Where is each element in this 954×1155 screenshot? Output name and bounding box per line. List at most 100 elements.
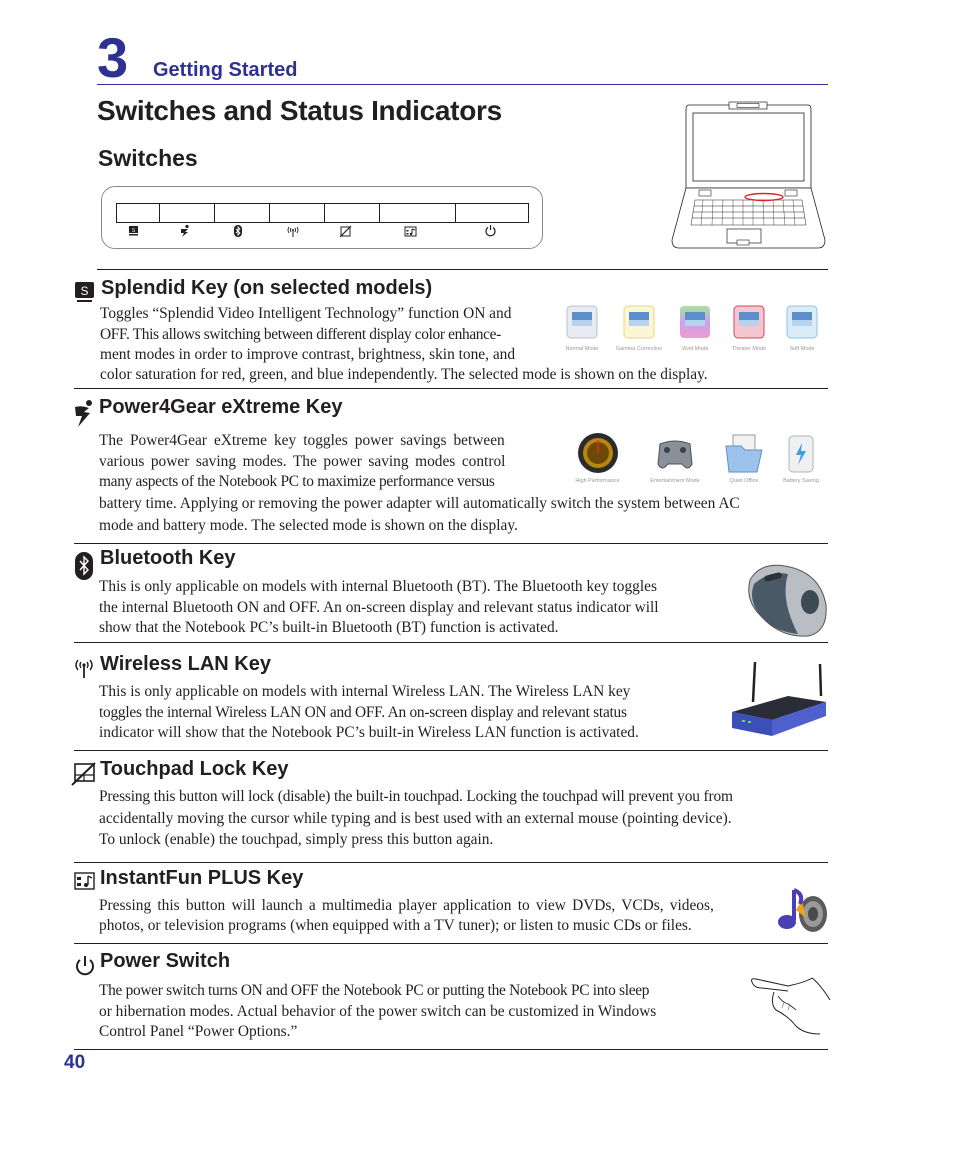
mode-thumbnail: Battery Saving [773,430,829,484]
power-icon [76,956,94,976]
paragraph-line: many aspects of the Notebook PC to maxim… [99,473,495,491]
section-divider [74,543,828,544]
section-divider [74,1049,828,1050]
high-performance-image [577,433,618,473]
wireless-icon [75,659,93,678]
paragraph-line: To unlock (enable) the touchpad, simply … [99,831,494,849]
section-paragraph: The power switch turns ON and OFF the No… [99,981,744,1043]
section-title: Bluetooth Key [100,547,236,569]
paragraph-line: The Power4Gear eXtreme key toggles power… [99,432,505,449]
soft-mode-image [786,305,818,339]
quiet-office-image [725,434,763,473]
touchpad-lock-icon [71,762,96,786]
power4gear-mode-images: High Performance Entertainment Mode Quie… [560,430,829,484]
section-title: InstantFun PLUS Key [100,867,304,889]
power-icon [485,225,496,237]
section-paragraph: battery time. Applying or removing the p… [99,494,834,536]
image-caption: Normal Mode [565,346,599,352]
image-caption: Theater Mode [731,346,767,352]
chapter-title: Getting Started [153,59,298,81]
mode-thumbnail: Normal Mode [557,302,607,352]
image-caption: Soft Mode [789,346,815,352]
section-divider [74,750,828,751]
section-subtitle: Switches [98,145,198,171]
paragraph-line: toggles the internal Wireless LAN ON and… [99,703,627,721]
image-caption: Gamma Correction [615,346,663,352]
mode-thumbnail: Soft Mode [779,302,825,352]
normal-mode-image [566,305,598,339]
bluetooth-icon [75,552,93,580]
section-title: Power4Gear eXtreme Key [99,396,343,418]
image-caption: Quiet Office [729,478,759,484]
splendid-icon: S [129,226,138,236]
section-divider [74,943,828,944]
key-slot [270,204,325,222]
section-paragraph: The Power4Gear eXtreme key toggles power… [99,431,552,493]
mode-thumbnail: High Performance [560,430,635,484]
section-divider [97,269,828,270]
key-slot [117,204,160,222]
power4gear-icon [181,224,189,237]
paragraph-line: the internal Bluetooth ON and OFF. An on… [99,598,659,616]
key-slot [325,204,380,222]
gamma-correction-image [623,305,655,339]
section-title: Wireless LAN Key [100,653,271,675]
paragraph-line: or hibernation modes. Actual behavior of… [99,1002,657,1020]
chapter-number: 3 [97,26,128,89]
image-caption: Vivid Mode [681,346,709,352]
entertainment-mode-image [657,440,693,469]
section-title: Touchpad Lock Key [100,758,289,780]
key-slot [160,204,215,222]
section-paragraph: Toggles “Splendid Video Intelligent Tech… [100,304,548,366]
mode-thumbnail: Entertainment Mode [635,430,715,484]
paragraph-line: photos, or television programs (when equ… [99,916,692,934]
battery-saving-image [788,435,814,473]
section-paragraph: Pressing this button will lock (disable)… [99,787,834,851]
theater-mode-image [733,305,765,339]
svg-text:S: S [80,284,88,298]
section-paragraph: This is only applicable on models with i… [99,577,739,639]
paragraph-line: mode and battery mode. The selected mode… [99,516,518,534]
image-caption: Entertainment Mode [650,478,700,484]
paragraph-line: OFF. This allows switching between diffe… [100,325,501,343]
paragraph-line: Pressing this button will launch a multi… [99,897,714,914]
image-caption: High Performance [575,478,620,484]
paragraph-line: various power saving modes. The power sa… [99,452,506,470]
instantfun-icon [404,226,417,237]
paragraph-line: show that the Notebook PC’s built-in Blu… [99,619,559,637]
wireless-icon [287,226,299,237]
finger-pressing-image [751,977,831,1035]
paragraph-line: Pressing this button will lock (disable)… [99,788,733,805]
power4gear-icon [75,400,92,427]
image-caption: Battery Saving [783,478,819,484]
splendid-mode-images: Normal Mode Gamma Correction Vivid Mode … [557,302,825,352]
instantfun-icon [74,872,95,890]
section-divider [74,862,828,863]
paragraph-line: Toggles “Splendid Video Intelligent Tech… [100,305,512,322]
key-slot [456,204,528,222]
key-slot [215,204,270,222]
paragraph-line: The power switch turns ON and OFF the No… [99,982,650,999]
section-paragraph: Pressing this button will launch a multi… [99,896,779,936]
mode-thumbnail: Theater Mode [722,302,776,352]
paragraph-line: battery time. Applying or removing the p… [99,495,740,512]
section-divider [74,388,828,389]
section-title: Power Switch [100,950,231,972]
paragraph-line: ment modes in order to improve contrast,… [100,346,516,364]
paragraph-line: color saturation for red, green, and blu… [100,366,708,383]
page-number: 40 [64,1052,86,1073]
mouse-image [748,564,827,637]
key-strip [116,203,529,223]
section-paragraph: This is only applicable on models with i… [99,682,724,744]
chapter-divider [97,84,828,85]
paragraph-line: accidentally moving the cursor while typ… [99,809,732,827]
mode-thumbnail: Vivid Mode [671,302,719,352]
paragraph-line: Control Panel “Power Options.” [99,1023,298,1041]
laptop-illustration [671,101,826,249]
paragraph-line: indicator will show that the Notebook PC… [99,724,639,742]
touchpad-lock-icon [340,225,352,237]
vivid-mode-image [680,306,710,338]
page-title: Switches and Status Indicators [97,95,502,126]
paragraph-line: This is only applicable on models with i… [99,578,657,595]
mode-thumbnail: Quiet Office [715,430,773,484]
